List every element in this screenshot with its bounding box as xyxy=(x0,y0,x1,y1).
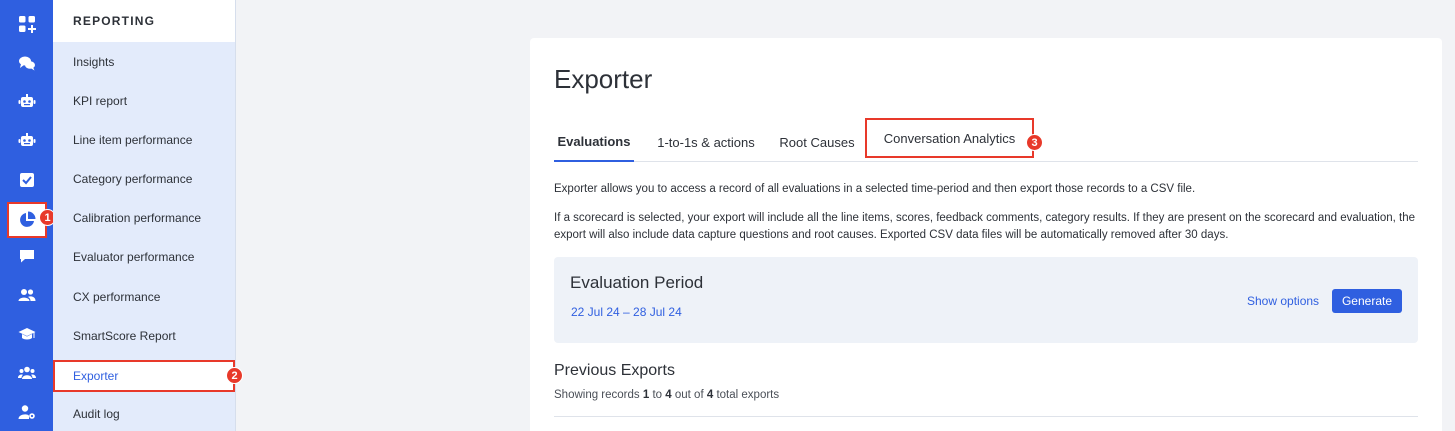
sidebar-item-audit-log[interactable]: Audit log xyxy=(53,398,236,430)
summary-total: 4 xyxy=(706,389,714,401)
generate-button[interactable]: Generate xyxy=(1332,289,1402,313)
robot-alt-icon[interactable] xyxy=(0,126,53,156)
sidebar-item-insights[interactable]: Insights xyxy=(53,46,236,78)
summary-prefix: Showing records xyxy=(554,389,640,401)
previous-exports-title: Previous Exports xyxy=(554,362,675,379)
user-settings-icon[interactable] xyxy=(0,397,53,427)
sidebar-item-smartscore-report[interactable]: SmartScore Report xyxy=(53,320,236,352)
dashboard-add-icon[interactable] xyxy=(0,9,53,39)
graduation-cap-icon[interactable] xyxy=(0,319,53,349)
tab-bar: Evaluations 1-to-1s & actions Root Cause… xyxy=(554,118,1418,162)
callout-badge-3: 3 xyxy=(1026,134,1043,151)
page-title: Exporter xyxy=(554,64,653,94)
callout-badge-2: 2 xyxy=(226,367,243,384)
checkbox-icon[interactable] xyxy=(0,165,53,195)
sidebar-item-evaluator-performance[interactable]: Evaluator performance xyxy=(53,241,236,273)
sidebar-item-category-performance[interactable]: Category performance xyxy=(53,163,236,195)
sidebar-header: REPORTING xyxy=(53,0,235,42)
tab-root-causes[interactable]: Root Causes xyxy=(772,122,862,162)
sidebar-item-line-item-performance[interactable]: Line item performance xyxy=(53,124,236,156)
message-icon[interactable] xyxy=(0,241,53,271)
show-options-link[interactable]: Show options xyxy=(1247,294,1319,308)
sidebar-item-kpi-report[interactable]: KPI report xyxy=(53,85,236,117)
sidebar-item-exporter[interactable]: Exporter xyxy=(53,360,235,392)
divider xyxy=(554,416,1418,417)
exporter-card: Exporter Evaluations 1-to-1s & actions R… xyxy=(530,38,1442,431)
summary-suffix: total exports xyxy=(716,389,780,401)
summary-to: 4 xyxy=(665,389,672,401)
previous-exports-summary: Showing records 1 to 4 out of 4 total ex… xyxy=(554,389,779,401)
detail-text: If a scorecard is selected, your export … xyxy=(554,212,1416,241)
chat-bubbles-icon[interactable] xyxy=(0,48,53,78)
tab-evaluations[interactable]: Evaluations xyxy=(554,122,634,162)
reporting-sidebar: REPORTING Insights KPI report Line item … xyxy=(53,0,236,431)
users-icon[interactable] xyxy=(0,280,53,310)
team-icon[interactable] xyxy=(0,358,53,388)
summary-to-word: to xyxy=(652,389,663,401)
tab-1-to-1s-actions[interactable]: 1-to-1s & actions xyxy=(648,122,764,162)
period-title: Evaluation Period xyxy=(570,273,704,292)
robot-icon[interactable] xyxy=(0,87,53,117)
period-range[interactable]: 22 Jul 24 – 28 Jul 24 xyxy=(571,305,682,319)
tab-conversation-analytics[interactable]: Conversation Analytics xyxy=(865,118,1034,158)
summary-out-of: out of xyxy=(674,389,704,401)
evaluation-period-box: Evaluation Period 22 Jul 24 – 28 Jul 24 … xyxy=(554,257,1418,343)
summary-from: 1 xyxy=(642,389,650,401)
intro-text: Exporter allows you to access a record o… xyxy=(554,183,1196,195)
sidebar-item-cx-performance[interactable]: CX performance xyxy=(53,281,236,313)
sidebar-item-calibration-performance[interactable]: Calibration performance xyxy=(53,202,236,234)
